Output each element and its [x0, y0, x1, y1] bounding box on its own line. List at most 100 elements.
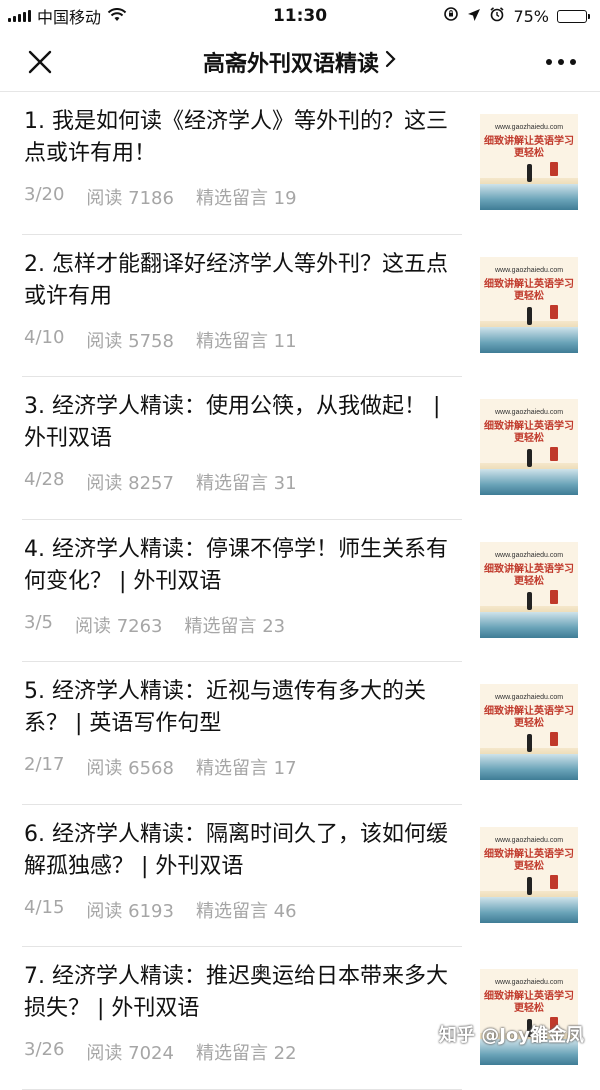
thumbnail-slogan: 细致讲解让英语学习 更轻松 — [484, 136, 574, 159]
article-meta: 2/17 阅读 6568 精选留言 17 — [24, 754, 297, 780]
thumbnail-sea-image — [480, 896, 578, 923]
thumbnail-site-text: www.gaozhaiedu.com — [494, 409, 564, 416]
battery-icon — [557, 9, 590, 23]
status-bar: 中国移动 11:30 75% — [0, 0, 600, 32]
thumbnail-site-text: www.gaozhaiedu.com — [494, 979, 564, 986]
article-comments: 精选留言 23 — [184, 615, 286, 637]
article-meta: 4/28 阅读 8257 精选留言 31 — [24, 469, 297, 495]
status-left: 中国移动 — [0, 4, 127, 28]
article-comments: 精选留言 31 — [195, 473, 297, 494]
thumbnail-seal-icon — [550, 304, 558, 319]
watermark: 知乎 @Joy雒金凤 — [438, 1025, 584, 1046]
battery-percent: 75% — [513, 6, 549, 26]
article-thumbnail[interactable]: www.gaozhaiedu.com 细致讲解让英语学习 更轻松 — [480, 969, 578, 1065]
article-comments: 精选留言 17 — [195, 758, 297, 779]
article-item[interactable]: 4. 经济学人精读：停课不停学！师生关系有何变化？ | 外刊双语 3/5 阅读 … — [0, 520, 600, 662]
article-thumbnail[interactable]: www.gaozhaiedu.com 细致讲解让英语学习 更轻松 — [480, 541, 578, 638]
article-reads: 阅读 7024 — [86, 1043, 174, 1064]
article-date: 3/26 — [24, 1039, 65, 1060]
thumbnail-site-text: www.gaozhaiedu.com — [494, 694, 564, 701]
article-thumbnail[interactable]: www.gaozhaiedu.com 细致讲解让英语学习 更轻松 — [480, 684, 578, 780]
article-date: 4/28 — [24, 469, 65, 490]
article-meta: 3/5 阅读 7263 精选留言 23 — [24, 612, 285, 638]
article-title: 5. 经济学人精读：近视与遗传有多大的关系？ | 英语写作句型 — [24, 679, 426, 736]
thumbnail-site-text: www.gaozhaiedu.com — [494, 836, 564, 844]
article-date: 4/15 — [24, 896, 65, 918]
rotation-lock-icon — [443, 6, 459, 26]
thumbnail-seal-icon — [550, 874, 558, 889]
more-options-icon[interactable] — [544, 52, 578, 72]
nav-bar: 高斋外刊双语精读 — [0, 32, 600, 92]
article-thumbnail[interactable]: www.gaozhaiedu.com 细致讲解让英语学习 更轻松 — [480, 114, 578, 210]
article-meta: 4/10 阅读 5758 精选留言 11 — [24, 327, 297, 353]
article-comments: 精选留言 11 — [195, 330, 297, 352]
location-icon — [467, 7, 481, 26]
thumbnail-figure — [527, 876, 532, 895]
article-date: 3/20 — [24, 184, 65, 205]
article-item[interactable]: 7. 经济学人精读：推迟奥运给日本带来多大损失？ | 外刊双语 3/26 阅读 … — [0, 947, 600, 1090]
thumbnail-sea-image — [480, 469, 578, 495]
article-reads: 阅读 7263 — [74, 615, 163, 637]
article-comments: 精选留言 46 — [195, 900, 297, 922]
thumbnail-sea-image — [480, 754, 578, 780]
thumbnail-figure — [527, 734, 532, 752]
thumbnail-slogan: 细致讲解让英语学习 更轻松 — [484, 278, 574, 302]
thumbnail-slogan: 细致讲解让英语学习 更轻松 — [484, 706, 574, 729]
article-meta: 4/15 阅读 6193 精选留言 46 — [24, 897, 297, 923]
article-item[interactable]: 2. 怎样才能翻译好经济学人等外刊？这五点或许有用 4/10 阅读 5758 精… — [0, 235, 600, 377]
thumbnail-sea-image — [480, 184, 578, 210]
article-title: 7. 经济学人精读：推迟奥运给日本带来多大损失？ | 外刊双语 — [24, 964, 448, 1021]
article-title: 2. 怎样才能翻译好经济学人等外刊？这五点或许有用 — [24, 251, 448, 309]
thumbnail-figure — [527, 306, 532, 325]
article-item[interactable]: 1. 我是如何读《经济学人》等外刊的？这三点或许有用！ 3/20 阅读 7186… — [0, 92, 600, 235]
article-reads: 阅读 7186 — [86, 188, 174, 209]
alarm-icon — [489, 6, 505, 26]
page-title: 高斋外刊双语精读 — [202, 51, 379, 77]
article-item[interactable]: 6. 经济学人精读：隔离时间久了，该如何缓解孤独感？ | 外刊双语 4/15 阅… — [0, 805, 600, 947]
signal-icon — [8, 10, 31, 22]
thumbnail-sea-image — [480, 326, 578, 353]
article-date: 4/10 — [24, 326, 65, 348]
wifi-icon — [107, 7, 127, 26]
article-reads: 阅读 6568 — [86, 758, 174, 779]
thumbnail-slogan: 细致讲解让英语学习 更轻松 — [484, 848, 574, 872]
article-meta: 3/20 阅读 7186 精选留言 19 — [24, 184, 297, 210]
chevron-right-icon — [385, 49, 397, 75]
article-list: 1. 我是如何读《经济学人》等外刊的？这三点或许有用！ 3/20 阅读 7186… — [0, 92, 600, 1090]
thumbnail-sea-image — [480, 611, 578, 638]
close-icon[interactable] — [26, 48, 54, 76]
article-title: 4. 经济学人精读：停课不停学！师生关系有何变化？ | 外刊双语 — [24, 536, 448, 594]
article-comments: 精选留言 19 — [195, 188, 297, 209]
article-meta: 3/26 阅读 7024 精选留言 22 — [24, 1039, 297, 1065]
article-comments: 精选留言 22 — [195, 1043, 297, 1064]
article-reads: 阅读 8257 — [86, 473, 174, 494]
article-date: 3/5 — [24, 611, 53, 633]
article-item[interactable]: 5. 经济学人精读：近视与遗传有多大的关系？ | 英语写作句型 2/17 阅读 … — [0, 662, 600, 805]
thumbnail-slogan: 细致讲解让英语学习 更轻松 — [484, 991, 574, 1014]
divider — [22, 1088, 462, 1090]
article-title: 6. 经济学人精读：隔离时间久了，该如何缓解孤独感？ | 外刊双语 — [24, 821, 448, 879]
article-thumbnail[interactable]: www.gaozhaiedu.com 细致讲解让英语学习 更轻松 — [480, 826, 578, 923]
article-title: 1. 我是如何读《经济学人》等外刊的？这三点或许有用！ — [24, 109, 448, 166]
article-item[interactable]: 3. 经济学人精读：使用公筷，从我做起！ | 外刊双语 4/28 阅读 8257… — [0, 377, 600, 520]
status-right: 75% — [443, 6, 600, 26]
article-reads: 阅读 5758 — [86, 330, 174, 352]
thumbnail-seal-icon — [550, 447, 558, 461]
thumbnail-figure — [527, 164, 532, 182]
carrier-label: 中国移动 — [37, 8, 102, 27]
thumbnail-slogan: 细致讲解让英语学习 更轻松 — [484, 421, 574, 444]
article-thumbnail[interactable]: www.gaozhaiedu.com 细致讲解让英语学习 更轻松 — [480, 256, 578, 353]
thumbnail-figure — [527, 591, 532, 610]
article-title: 3. 经济学人精读：使用公筷，从我做起！ | 外刊双语 — [24, 394, 441, 451]
thumbnail-slogan: 细致讲解让英语学习 更轻松 — [484, 563, 574, 587]
article-thumbnail[interactable]: www.gaozhaiedu.com 细致讲解让英语学习 更轻松 — [480, 399, 578, 495]
thumbnail-site-text: www.gaozhaiedu.com — [494, 124, 564, 131]
article-reads: 阅读 6193 — [86, 900, 174, 922]
article-date: 2/17 — [24, 754, 65, 775]
thumbnail-figure — [527, 449, 532, 467]
thumbnail-seal-icon — [550, 589, 558, 604]
thumbnail-site-text: www.gaozhaiedu.com — [494, 551, 564, 559]
thumbnail-seal-icon — [550, 162, 558, 176]
account-title-button[interactable]: 高斋外刊双语精读 — [203, 46, 397, 78]
thumbnail-seal-icon — [550, 732, 558, 746]
